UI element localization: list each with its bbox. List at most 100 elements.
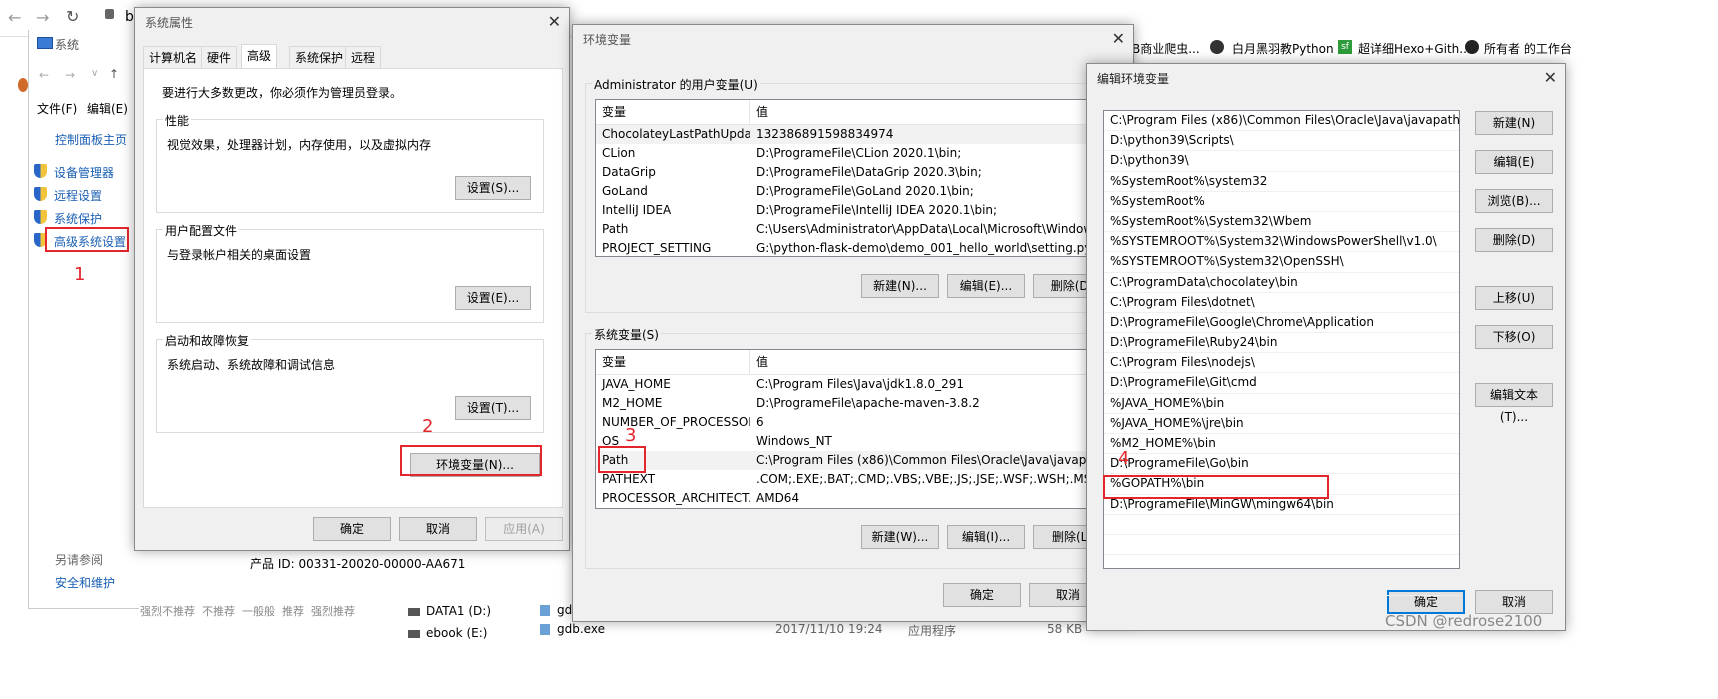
- startup-recovery-group: 启动和故障恢复 系统启动、系统故障和调试信息 设置(T)...: [156, 332, 544, 433]
- forward-icon[interactable]: →: [65, 68, 75, 82]
- close-icon[interactable]: ✕: [1112, 29, 1125, 48]
- tab-panel: 要进行大多数更改，你必须作为管理员登录。 性能 视觉效果，处理器计划，内存使用，…: [143, 68, 563, 508]
- user-profile-group: 用户配置文件 与登录帐户相关的桌面设置 设置(E)...: [156, 222, 544, 323]
- path-list-item[interactable]: [1104, 535, 1459, 556]
- new-button[interactable]: 新建(N): [1475, 111, 1553, 135]
- delete-button[interactable]: 删除(D): [1475, 228, 1553, 252]
- cancel-button[interactable]: 取消: [1475, 590, 1553, 614]
- performance-settings-button[interactable]: 设置(S)...: [455, 176, 531, 200]
- user-edit-button[interactable]: 编辑(E)...: [947, 274, 1025, 298]
- bookmark-item[interactable]: B商业爬虫...: [1132, 40, 1200, 57]
- path-list-item[interactable]: %JAVA_HOME%\jre\bin: [1104, 414, 1459, 434]
- sidebar-item-system-protection[interactable]: 系统保护: [54, 210, 102, 227]
- tab-computer-name[interactable]: 计算机名: [143, 46, 204, 68]
- menu-file[interactable]: 文件(F): [37, 100, 77, 117]
- path-list-item[interactable]: D:\python39\: [1104, 151, 1459, 172]
- tab-system-protection[interactable]: 系统保护: [289, 46, 350, 68]
- path-list-item[interactable]: [1104, 515, 1459, 535]
- column-header-value[interactable]: 值: [750, 100, 1088, 124]
- reload-icon[interactable]: ↻: [66, 7, 79, 26]
- group-label: 性能: [163, 112, 192, 129]
- table-row[interactable]: OS Windows_NT: [596, 432, 1088, 451]
- control-panel-home-link[interactable]: 控制面板主页: [55, 131, 127, 148]
- path-list-item[interactable]: %SystemRoot%: [1104, 192, 1459, 212]
- path-list-item[interactable]: [1104, 575, 1459, 596]
- path-list-item[interactable]: %M2_HOME%\bin: [1104, 434, 1459, 455]
- path-list[interactable]: C:\Program Files (x86)\Common Files\Orac…: [1103, 110, 1460, 596]
- path-list-item[interactable]: C:\Program Files (x86)\Common Files\Orac…: [1104, 111, 1459, 132]
- path-list-item[interactable]: %JAVA_HOME%\bin: [1104, 394, 1459, 414]
- path-list-item[interactable]: D:\python39\Scripts\: [1104, 131, 1459, 152]
- bookmark-item[interactable]: 超详细Hexo+Gith...: [1358, 40, 1471, 57]
- ok-button[interactable]: 确定: [943, 583, 1021, 607]
- product-id: 产品 ID: 00331-20020-00000-AA671: [250, 557, 466, 571]
- path-list-item[interactable]: D:\ProgrameFile\Google\Chrome\Applicatio…: [1104, 313, 1459, 334]
- path-list-item[interactable]: C:\Program Files\dotnet\: [1104, 293, 1459, 313]
- drive-item[interactable]: DATA1 (D:): [426, 604, 491, 618]
- up-icon[interactable]: ↑: [109, 67, 119, 81]
- move-down-button[interactable]: 下移(O): [1475, 325, 1553, 349]
- back-icon[interactable]: ←: [8, 8, 21, 27]
- move-up-button[interactable]: 上移(U): [1475, 286, 1553, 310]
- table-row[interactable]: PATHEXT .COM;.EXE;.BAT;.CMD;.VBS;.VBE;.JS…: [596, 470, 1088, 489]
- system-edit-button[interactable]: 编辑(I)...: [947, 525, 1025, 549]
- profile-settings-button[interactable]: 设置(E)...: [455, 286, 531, 310]
- system-variables-list[interactable]: 变量 值 JAVA_HOME C:\Program Files\Java\jdk1…: [595, 349, 1089, 509]
- close-icon[interactable]: ✕: [1544, 68, 1557, 87]
- tab-advanced[interactable]: 高级: [241, 44, 278, 69]
- table-row[interactable]: GoLand D:\ProgrameFile\GoLand 2020.1\bin;: [596, 182, 1088, 201]
- bookmark-item[interactable]: 所有者 的工作台: [1484, 40, 1572, 57]
- table-row-path-selected[interactable]: Path C:\Program Files (x86)\Common Files\…: [596, 451, 1088, 470]
- table-row[interactable]: ChocolateyLastPathUpdate 1323868915988349…: [596, 125, 1088, 144]
- close-icon[interactable]: ✕: [548, 12, 561, 31]
- column-header-variable[interactable]: 变量: [596, 100, 750, 124]
- path-list-item[interactable]: D:\ProgrameFile\Ruby24\bin: [1104, 333, 1459, 354]
- table-row[interactable]: JAVA_HOME C:\Program Files\Java\jdk1.8.0_…: [596, 375, 1088, 394]
- forward-icon[interactable]: →: [36, 8, 49, 27]
- group-label: 系统变量(S): [592, 326, 661, 343]
- apply-button[interactable]: 应用(A): [485, 517, 563, 541]
- ok-button[interactable]: 确定: [313, 517, 391, 541]
- edit-button[interactable]: 编辑(E): [1475, 150, 1553, 174]
- address-fragment[interactable]: b: [125, 9, 134, 25]
- chevron-down-icon[interactable]: ∨: [91, 68, 98, 79]
- path-list-item[interactable]: [1104, 555, 1459, 576]
- path-list-item[interactable]: %SYSTEMROOT%\System32\OpenSSH\: [1104, 252, 1459, 273]
- table-row[interactable]: M2_HOME D:\ProgrameFile\apache-maven-3.8.…: [596, 394, 1088, 413]
- startup-settings-button[interactable]: 设置(T)...: [455, 396, 531, 420]
- sidebar-item-remote-settings[interactable]: 远程设置: [54, 187, 102, 204]
- browse-button[interactable]: 浏览(B)...: [1475, 189, 1553, 213]
- column-header-value[interactable]: 值: [750, 350, 1088, 374]
- sidebar-item-device-manager[interactable]: 设备管理器: [54, 164, 114, 181]
- back-icon[interactable]: ←: [39, 68, 49, 82]
- security-maintenance-link[interactable]: 安全和维护: [55, 574, 115, 591]
- drive-item[interactable]: ebook (E:): [426, 626, 487, 640]
- table-row[interactable]: NUMBER_OF_PROCESSORS 6: [596, 413, 1088, 432]
- path-list-item[interactable]: %SystemRoot%\system32: [1104, 172, 1459, 192]
- path-list-item[interactable]: D:\ProgrameFile\Go\bin: [1104, 454, 1459, 475]
- tab-strip: 计算机名 硬件 高级 系统保护 远程: [143, 44, 563, 69]
- path-list-item[interactable]: C:\ProgramData\chocolatey\bin: [1104, 273, 1459, 293]
- table-row[interactable]: PROCESSOR_ARCHITECT... AMD64: [596, 489, 1088, 508]
- edit-text-button[interactable]: 编辑文本(T)...: [1475, 383, 1553, 424]
- system-new-button[interactable]: 新建(W)...: [861, 525, 939, 549]
- path-list-item[interactable]: %SYSTEMROOT%\System32\WindowsPowerShell\…: [1104, 232, 1459, 253]
- user-new-button[interactable]: 新建(N)...: [861, 274, 939, 298]
- table-row[interactable]: DataGrip D:\ProgrameFile\DataGrip 2020.3\…: [596, 163, 1088, 182]
- path-list-item[interactable]: %SystemRoot%\System32\Wbem: [1104, 212, 1459, 233]
- table-row[interactable]: PROJECT_SETTING G:\python-flask-demo\demo…: [596, 239, 1088, 256]
- table-row[interactable]: Path C:\Users\Administrator\AppData\Local…: [596, 220, 1088, 239]
- group-description: 视觉效果，处理器计划，内存使用，以及虚拟内存: [167, 138, 432, 152]
- list-header: 变量 值: [596, 350, 1088, 375]
- cancel-button[interactable]: 取消: [399, 517, 477, 541]
- path-list-item[interactable]: C:\Program Files\nodejs\: [1104, 353, 1459, 374]
- tab-hardware[interactable]: 硬件: [201, 46, 238, 68]
- menu-edit[interactable]: 编辑(E): [87, 100, 128, 117]
- path-list-item[interactable]: D:\ProgrameFile\Git\cmd: [1104, 373, 1459, 394]
- bookmark-item[interactable]: 白月黑羽教Python: [1232, 40, 1334, 57]
- table-row[interactable]: CLion D:\ProgrameFile\CLion 2020.1\bin;: [596, 144, 1088, 163]
- tab-remote[interactable]: 远程: [345, 46, 382, 68]
- column-header-variable[interactable]: 变量: [596, 350, 750, 374]
- table-row[interactable]: IntelliJ IDEA D:\ProgrameFile\IntelliJ ID…: [596, 201, 1088, 220]
- user-variables-list[interactable]: 变量 值 ChocolateyLastPathUpdate 13238689159…: [595, 99, 1089, 257]
